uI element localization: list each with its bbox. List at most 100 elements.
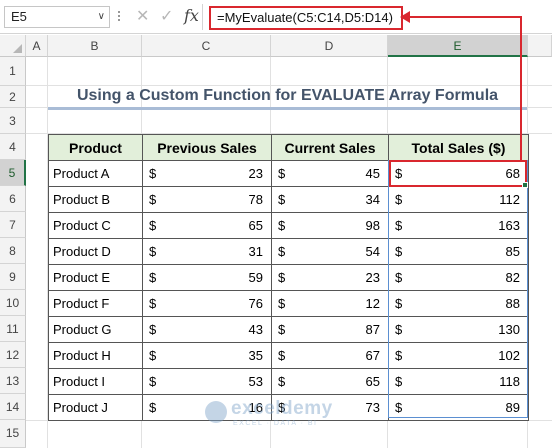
- cell-previous-sales[interactable]: $76: [142, 290, 272, 317]
- cell-current-sales[interactable]: $54: [271, 238, 389, 265]
- column-header-b[interactable]: B: [48, 35, 142, 57]
- cell-value: 88: [505, 296, 520, 311]
- sales-table: Product Previous Sales Current Sales Tot…: [48, 134, 529, 421]
- cell-previous-sales[interactable]: $23: [142, 160, 272, 187]
- header-current-sales[interactable]: Current Sales: [271, 134, 389, 161]
- insert-function-icon[interactable]: fx: [184, 6, 199, 25]
- cell-value: 163: [498, 218, 520, 233]
- header-previous-sales[interactable]: Previous Sales: [142, 134, 272, 161]
- cell-total-sales[interactable]: $118: [388, 368, 529, 395]
- cell-value: 102: [498, 348, 520, 363]
- cell-previous-sales[interactable]: $65: [142, 212, 272, 239]
- cell-total-sales[interactable]: $130: [388, 316, 529, 343]
- currency-symbol: $: [395, 244, 403, 259]
- cell-current-sales[interactable]: $87: [271, 316, 389, 343]
- column-header-a[interactable]: A: [26, 35, 48, 57]
- currency-symbol: $: [395, 374, 403, 389]
- currency-symbol: $: [395, 192, 403, 207]
- row-header-8[interactable]: 8: [0, 238, 26, 264]
- name-box[interactable]: E5 ∨: [4, 6, 110, 28]
- cell-total-sales[interactable]: $163: [388, 212, 529, 239]
- title-underline: [48, 107, 527, 110]
- header-product[interactable]: Product: [48, 134, 143, 161]
- cell-previous-sales[interactable]: $43: [142, 316, 272, 343]
- row-header-9[interactable]: 9: [0, 264, 26, 290]
- table-header-row: Product Previous Sales Current Sales Tot…: [48, 134, 529, 161]
- formula-input[interactable]: =MyEvaluate(C5:C14,D5:D14): [209, 6, 403, 30]
- row-header-6[interactable]: 6: [0, 186, 26, 212]
- row-header-10[interactable]: 10: [0, 290, 26, 316]
- cell-value: 23: [248, 166, 263, 181]
- row-header-4[interactable]: 4: [0, 134, 26, 160]
- cell-total-sales[interactable]: $89: [388, 394, 529, 421]
- column-header-e[interactable]: E: [388, 35, 528, 57]
- currency-symbol: $: [278, 270, 286, 285]
- cell-product[interactable]: Product G: [48, 316, 143, 343]
- currency-symbol: $: [278, 348, 286, 363]
- cell-previous-sales[interactable]: $59: [142, 264, 272, 291]
- currency-symbol: $: [149, 322, 157, 337]
- row-header-1[interactable]: 1: [0, 57, 26, 86]
- cell-product[interactable]: Product D: [48, 238, 143, 265]
- formula-buttons: ✕ ✓ fx: [128, 4, 204, 30]
- cell-total-sales[interactable]: $102: [388, 342, 529, 369]
- cell-total-sales[interactable]: $112: [388, 186, 529, 213]
- cancel-icon[interactable]: ✕: [136, 6, 149, 26]
- currency-symbol: $: [149, 400, 157, 415]
- table-row: Product A $23 $45 $68: [48, 160, 529, 187]
- cell-previous-sales[interactable]: $35: [142, 342, 272, 369]
- cell-product[interactable]: Product B: [48, 186, 143, 213]
- row-header-12[interactable]: 12: [0, 342, 26, 368]
- cell-product[interactable]: Product A: [48, 160, 143, 187]
- enter-icon[interactable]: ✓: [160, 6, 173, 26]
- cell-product[interactable]: Product J: [48, 394, 143, 421]
- column-header-c[interactable]: C: [142, 35, 271, 57]
- cell-previous-sales[interactable]: $53: [142, 368, 272, 395]
- cell-total-sales[interactable]: $82: [388, 264, 529, 291]
- currency-symbol: $: [278, 166, 286, 181]
- cell-current-sales[interactable]: $45: [271, 160, 389, 187]
- currency-symbol: $: [278, 296, 286, 311]
- cell-value: 98: [365, 218, 380, 233]
- header-total-sales[interactable]: Total Sales ($): [388, 134, 529, 161]
- column-header-d[interactable]: D: [271, 35, 388, 57]
- row-header-15[interactable]: 15: [0, 420, 26, 448]
- cell-value: 54: [365, 244, 380, 259]
- cell-value: 67: [365, 348, 380, 363]
- table-row: Product D $31 $54 $85: [48, 238, 529, 265]
- cell-current-sales[interactable]: $98: [271, 212, 389, 239]
- cell-product[interactable]: Product I: [48, 368, 143, 395]
- currency-symbol: $: [395, 270, 403, 285]
- more-options-icon[interactable]: [117, 9, 121, 25]
- fill-handle[interactable]: [522, 182, 528, 188]
- cell-current-sales[interactable]: $34: [271, 186, 389, 213]
- row-header-14[interactable]: 14: [0, 394, 26, 420]
- column-header-f[interactable]: [528, 35, 552, 57]
- currency-symbol: $: [278, 374, 286, 389]
- cell-product[interactable]: Product F: [48, 290, 143, 317]
- cell-product[interactable]: Product E: [48, 264, 143, 291]
- cell-product[interactable]: Product C: [48, 212, 143, 239]
- cell-product[interactable]: Product H: [48, 342, 143, 369]
- row-header-5[interactable]: 5: [0, 160, 26, 186]
- cell-previous-sales[interactable]: $78: [142, 186, 272, 213]
- cell-total-sales[interactable]: $68: [388, 160, 529, 187]
- cell-previous-sales[interactable]: $31: [142, 238, 272, 265]
- cell-current-sales[interactable]: $23: [271, 264, 389, 291]
- cell-total-sales[interactable]: $88: [388, 290, 529, 317]
- cell-current-sales[interactable]: $12: [271, 290, 389, 317]
- cell-current-sales[interactable]: $65: [271, 368, 389, 395]
- currency-symbol: $: [395, 348, 403, 363]
- row-header-7[interactable]: 7: [0, 212, 26, 238]
- row-header-11[interactable]: 11: [0, 316, 26, 342]
- watermark-tagline: EXCEL · DATA · BI: [233, 420, 318, 427]
- row-header-13[interactable]: 13: [0, 368, 26, 394]
- currency-symbol: $: [395, 218, 403, 233]
- row-header-2[interactable]: 2: [0, 86, 26, 108]
- cell-total-sales[interactable]: $85: [388, 238, 529, 265]
- select-all-button[interactable]: [0, 35, 26, 57]
- row-header-3[interactable]: 3: [0, 108, 26, 134]
- cell-value: 43: [248, 322, 263, 337]
- chevron-down-icon[interactable]: ∨: [98, 7, 105, 27]
- cell-current-sales[interactable]: $67: [271, 342, 389, 369]
